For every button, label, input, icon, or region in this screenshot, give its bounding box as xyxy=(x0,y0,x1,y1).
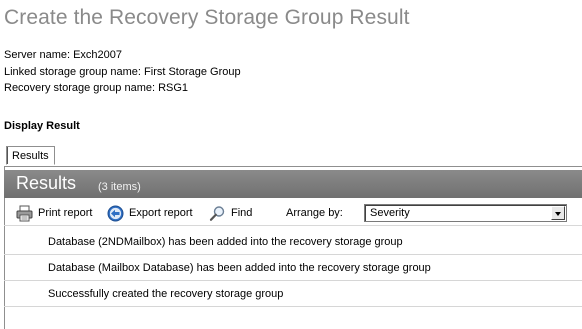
print-report-button[interactable]: Print report xyxy=(16,203,92,223)
display-result-heading: Display Result xyxy=(4,120,80,132)
print-report-label: Print report xyxy=(38,207,93,219)
find-button[interactable]: Find xyxy=(209,203,252,223)
magnifier-icon xyxy=(209,205,226,222)
tab-strip: Results xyxy=(4,146,582,167)
page-title: Create the Recovery Storage Group Result xyxy=(4,6,410,29)
results-count: (3 items) xyxy=(98,181,141,193)
recovery-storage-group-text: Recovery storage group name: RSG1 xyxy=(4,82,189,94)
arrange-by-select[interactable]: Severity xyxy=(364,204,567,222)
arrange-by-label: Arrange by: xyxy=(286,207,343,219)
results-list: Database (2NDMailbox) has been added int… xyxy=(4,229,582,307)
printer-icon xyxy=(16,205,33,222)
tab-results[interactable]: Results xyxy=(6,146,55,165)
list-item[interactable]: Database (Mailbox Database) has been add… xyxy=(4,255,582,281)
linked-storage-group-text: Linked storage group name: First Storage… xyxy=(4,66,241,78)
arrange-by-value: Severity xyxy=(370,207,410,219)
results-title: Results xyxy=(16,173,77,193)
server-name-text: Server name: Exch2007 xyxy=(4,49,123,61)
chevron-down-icon[interactable] xyxy=(551,206,565,220)
export-report-button[interactable]: Export report xyxy=(107,203,193,223)
list-item[interactable]: Successfully created the recovery storag… xyxy=(4,281,582,307)
results-header: Results (3 items) xyxy=(4,170,582,198)
export-report-label: Export report xyxy=(129,207,193,219)
export-arrow-icon xyxy=(107,205,124,222)
list-item[interactable]: Database (2NDMailbox) has been added int… xyxy=(4,229,582,255)
find-label: Find xyxy=(231,207,253,219)
